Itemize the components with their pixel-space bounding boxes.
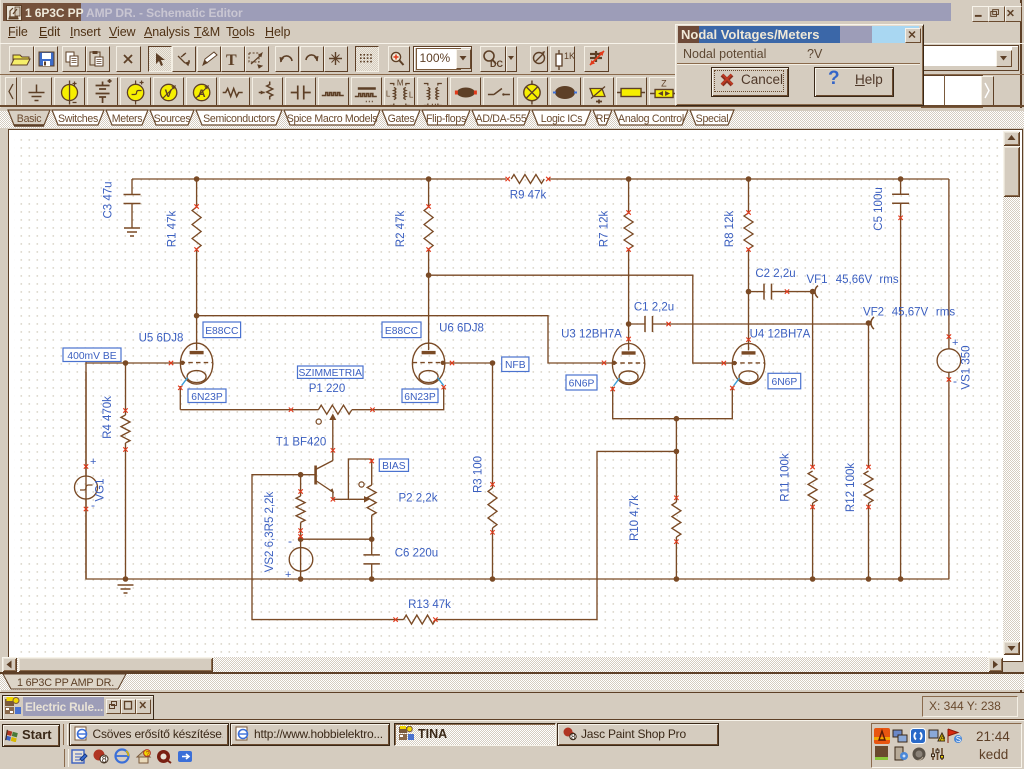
svg-text:Z: Z <box>661 79 667 89</box>
svg-text:Meters: Meters <box>112 113 143 125</box>
svg-text:Flip-flops: Flip-flops <box>426 113 466 125</box>
svg-text:L: L <box>386 90 391 99</box>
svg-text:C1 2,2u: C1 2,2u <box>634 302 674 314</box>
svg-text:U3 12BH7A: U3 12BH7A <box>561 329 622 341</box>
svg-text:Analog Control: Analog Control <box>618 113 684 125</box>
svg-text:45,66V: 45,66V <box>836 274 873 286</box>
svg-text:1K: 1K <box>564 51 575 61</box>
svg-text:C2 2,2u: C2 2,2u <box>755 268 795 280</box>
svg-text:6N6P: 6N6P <box>569 379 595 390</box>
svg-text:RF: RF <box>596 113 610 125</box>
svg-text:rms: rms <box>936 307 955 319</box>
svg-text:A: A <box>940 736 945 743</box>
svg-text:R13 47k: R13 47k <box>408 599 451 611</box>
svg-text:R7 12k: R7 12k <box>599 211 611 248</box>
svg-text:U6 6DJ8: U6 6DJ8 <box>439 323 484 335</box>
svg-text:Sources: Sources <box>154 113 191 125</box>
svg-text:400mV BE: 400mV BE <box>67 351 116 362</box>
svg-text:E88CC: E88CC <box>205 326 239 337</box>
svg-text:C3 47u: C3 47u <box>103 181 115 218</box>
svg-text:6N23P: 6N23P <box>191 392 223 403</box>
svg-text:P1 220: P1 220 <box>309 383 345 395</box>
svg-text:VG1: VG1 <box>95 478 107 501</box>
svg-text:C5 100u: C5 100u <box>873 187 885 230</box>
svg-text:NFB: NFB <box>505 360 526 371</box>
svg-text:VS1 350: VS1 350 <box>961 345 973 389</box>
svg-text:6N6P: 6N6P <box>772 377 798 388</box>
svg-text:C6 220u: C6 220u <box>395 548 438 560</box>
svg-text:T: T <box>226 52 237 69</box>
svg-text:U4 12BH7A: U4 12BH7A <box>750 329 811 341</box>
svg-text:R1 47k: R1 47k <box>167 211 179 248</box>
svg-text:Gates: Gates <box>388 113 415 125</box>
svg-text:+: + <box>285 569 291 581</box>
svg-text:T1 BF420: T1 BF420 <box>276 437 327 449</box>
svg-text:SZIMMETRIA: SZIMMETRIA <box>298 368 362 379</box>
svg-text:R11 100k: R11 100k <box>780 453 792 502</box>
svg-text:1 6P3C PP AMP DR.: 1 6P3C PP AMP DR. <box>17 677 114 689</box>
svg-text:DC: DC <box>490 59 503 69</box>
svg-text:VF1: VF1 <box>806 274 827 286</box>
svg-text:R12 100k: R12 100k <box>845 463 857 512</box>
svg-text:R9 47k: R9 47k <box>510 190 547 202</box>
svg-text:R2 47k: R2 47k <box>395 211 407 248</box>
svg-text:-: - <box>91 498 95 512</box>
svg-text:Switches: Switches <box>58 113 98 125</box>
svg-text:R8 12k: R8 12k <box>724 211 736 248</box>
svg-text:8: 8 <box>102 755 107 765</box>
svg-text:rms: rms <box>879 274 898 286</box>
svg-text:U5 6DJ8: U5 6DJ8 <box>139 333 184 345</box>
svg-text:M: M <box>397 79 404 88</box>
svg-text:+: + <box>90 456 96 468</box>
svg-text:-: - <box>953 374 957 388</box>
svg-text:Special: Special <box>696 113 729 125</box>
svg-text:VS2 6,3R5 2,2k: VS2 6,3R5 2,2k <box>264 491 276 572</box>
svg-text:S: S <box>956 735 961 744</box>
svg-text:AD/DA-555: AD/DA-555 <box>476 113 527 125</box>
svg-text:Spice Macro Models: Spice Macro Models <box>287 113 378 125</box>
svg-text:R3 100: R3 100 <box>473 456 485 493</box>
svg-text:?: ? <box>146 751 150 758</box>
svg-text:8: 8 <box>571 733 576 742</box>
svg-text:R10 4,7k: R10 4,7k <box>629 495 641 541</box>
svg-text:Basic: Basic <box>17 113 42 125</box>
svg-text:VF2: VF2 <box>863 307 884 319</box>
svg-text:R4 470k: R4 470k <box>102 396 114 439</box>
svg-text:E88CC: E88CC <box>385 326 419 337</box>
svg-text:45,67V: 45,67V <box>892 307 929 319</box>
svg-text:P2 2,2k: P2 2,2k <box>399 493 438 505</box>
svg-text:-: - <box>288 534 292 548</box>
svg-text:BIAS: BIAS <box>382 461 406 472</box>
svg-text:Logic ICs: Logic ICs <box>541 113 582 125</box>
svg-text:L: L <box>409 91 414 100</box>
svg-text:+: + <box>952 337 958 349</box>
svg-text:6N23P: 6N23P <box>404 392 436 403</box>
svg-text:Semiconductors: Semiconductors <box>203 113 275 125</box>
